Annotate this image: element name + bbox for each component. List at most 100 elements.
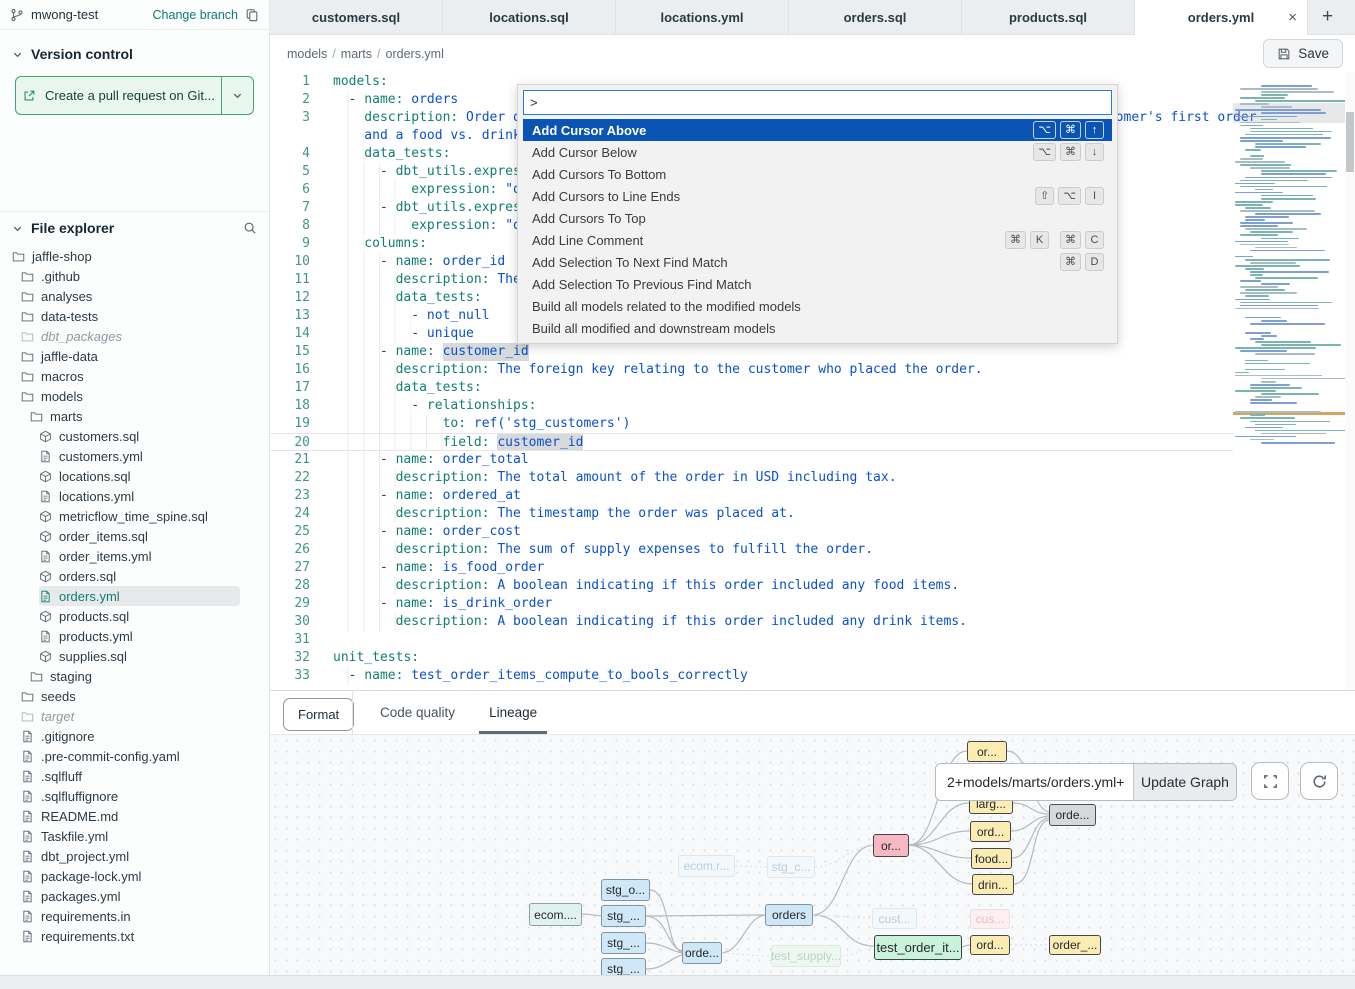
lineage-node-ord...[interactable]: ord... bbox=[970, 821, 1011, 842]
tree-item-.pre-commit-config.yaml[interactable]: .pre-commit-config.yaml bbox=[0, 746, 269, 766]
lineage-node-cust...[interactable]: cust... bbox=[872, 908, 917, 929]
tab-locations.sql[interactable]: locations.sql bbox=[443, 0, 616, 34]
tree-item-Taskfile.yml[interactable]: Taskfile.yml bbox=[0, 826, 269, 846]
tree-item-staging[interactable]: staging bbox=[0, 666, 269, 686]
tree-item-.gitignore[interactable]: .gitignore bbox=[0, 726, 269, 746]
tree-item-supplies.sql[interactable]: supplies.sql bbox=[0, 646, 269, 666]
tree-item-order_items.yml[interactable]: order_items.yml bbox=[0, 546, 269, 566]
tree-item-orders.sql[interactable]: orders.sql bbox=[0, 566, 269, 586]
copy-icon[interactable] bbox=[245, 8, 259, 22]
tree-item-target[interactable]: target bbox=[0, 706, 269, 726]
tab-products.sql[interactable]: products.sql bbox=[962, 0, 1135, 34]
panel-tab-Code quality[interactable]: Code quality bbox=[370, 691, 465, 734]
palette-item-Add Cursors to Line Ends[interactable]: Add Cursors to Line Ends⇧⌥I bbox=[523, 185, 1112, 207]
lineage-node-cus...[interactable]: cus... bbox=[970, 909, 1010, 929]
search-icon[interactable] bbox=[243, 221, 257, 235]
fullscreen-button[interactable] bbox=[1251, 762, 1289, 800]
version-control-header[interactable]: Version control bbox=[0, 30, 269, 68]
tree-item-requirements.in[interactable]: requirements.in bbox=[0, 906, 269, 926]
lineage-node-ecom....[interactable]: ecom.... bbox=[529, 903, 582, 926]
tab-orders.yml[interactable]: orders.yml× bbox=[1135, 0, 1308, 35]
panel-tab-Lineage[interactable]: Lineage bbox=[479, 691, 547, 734]
lineage-node-test_supply...[interactable]: test_supply... bbox=[771, 945, 841, 967]
line-number: 12 bbox=[270, 289, 310, 307]
tree-item-locations.yml[interactable]: locations.yml bbox=[0, 486, 269, 506]
chevron-down-icon[interactable] bbox=[12, 49, 23, 60]
lineage-node-orders[interactable]: orders bbox=[765, 904, 813, 926]
lineage-node-food...[interactable]: food... bbox=[971, 848, 1012, 869]
refresh-button[interactable] bbox=[1300, 762, 1338, 800]
lineage-node-stg_...[interactable]: stg_... bbox=[601, 932, 646, 954]
format-button[interactable]: Format bbox=[283, 698, 354, 731]
lineage-node-stg_o...[interactable]: stg_o... bbox=[601, 879, 650, 901]
lineage-node-ecom.r...[interactable]: ecom.r... bbox=[678, 855, 735, 877]
tree-item-locations.sql[interactable]: locations.sql bbox=[0, 466, 269, 486]
lineage-node-drin...[interactable]: drin... bbox=[972, 874, 1014, 895]
command-palette-input[interactable] bbox=[523, 90, 1112, 115]
tree-item-.sqlfluff[interactable]: .sqlfluff bbox=[0, 766, 269, 786]
tree-item-products.yml[interactable]: products.yml bbox=[0, 626, 269, 646]
tree-item-README.md[interactable]: README.md bbox=[0, 806, 269, 826]
tree-item-data-tests[interactable]: data-tests bbox=[0, 306, 269, 326]
tree-item-marts[interactable]: marts bbox=[0, 406, 269, 426]
save-button[interactable]: Save bbox=[1263, 39, 1343, 68]
lineage-node-or...[interactable]: or... bbox=[873, 834, 909, 857]
tree-item-.sqlfluffignore[interactable]: .sqlfluffignore bbox=[0, 786, 269, 806]
tree-item-dbt_packages[interactable]: dbt_packages bbox=[0, 326, 269, 346]
lineage-node-orde...[interactable]: orde... bbox=[1049, 804, 1096, 826]
editor-scrollbar[interactable] bbox=[1345, 72, 1355, 690]
update-graph-button[interactable]: Update Graph bbox=[1133, 764, 1236, 800]
lineage-canvas[interactable]: or... ecom.... ecom.r... stg_c... stg_o...st… bbox=[270, 735, 1355, 975]
palette-item-Add Cursor Below[interactable]: Add Cursor Below⌥⌘↓ bbox=[523, 141, 1112, 163]
file-explorer-header[interactable]: File explorer bbox=[0, 212, 269, 242]
palette-item-Build all modified and downstream models[interactable]: Build all modified and downstream models bbox=[523, 317, 1112, 339]
change-branch-link[interactable]: Change branch bbox=[153, 8, 238, 22]
tree-item-package-lock.yml[interactable]: package-lock.yml bbox=[0, 866, 269, 886]
tree-item-jaffle-data[interactable]: jaffle-data bbox=[0, 346, 269, 366]
file-icon bbox=[21, 870, 34, 883]
tree-item-requirements.txt[interactable]: requirements.txt bbox=[0, 926, 269, 946]
tree-item-order_items.sql[interactable]: order_items.sql bbox=[0, 526, 269, 546]
tree-item-orders.yml[interactable]: orders.yml bbox=[0, 586, 269, 606]
lineage-node-stg_c...[interactable]: stg_c... bbox=[767, 856, 815, 878]
lineage-node-orde...[interactable]: orde... bbox=[682, 942, 722, 964]
tree-item-analyses[interactable]: analyses bbox=[0, 286, 269, 306]
tree-item-customers.yml[interactable]: customers.yml bbox=[0, 446, 269, 466]
lineage-node-stg_...[interactable]: stg_... bbox=[601, 958, 646, 975]
lineage-node-test_order_it...[interactable]: test_order_it... bbox=[874, 935, 962, 960]
new-tab-button[interactable]: + bbox=[1322, 6, 1333, 28]
lineage-node-stg_...[interactable]: stg_... bbox=[601, 905, 646, 927]
tree-item-packages.yml[interactable]: packages.yml bbox=[0, 886, 269, 906]
lineage-node-order_...[interactable]: order_... bbox=[1049, 935, 1101, 955]
minimap-line bbox=[1250, 399, 1272, 401]
tab-customers.sql[interactable]: customers.sql bbox=[270, 0, 443, 34]
tab-orders.sql[interactable]: orders.sql bbox=[789, 0, 962, 34]
palette-item-Add Selection To Previous Find Match[interactable]: Add Selection To Previous Find Match bbox=[523, 273, 1112, 295]
palette-item-Add Cursors To Top[interactable]: Add Cursors To Top bbox=[523, 207, 1112, 229]
tab-locations.yml[interactable]: locations.yml bbox=[616, 0, 789, 34]
palette-item-Add Selection To Next Find Match[interactable]: Add Selection To Next Find Match⌘D bbox=[523, 251, 1112, 273]
palette-item-Add Cursors To Bottom[interactable]: Add Cursors To Bottom bbox=[523, 163, 1112, 185]
horizontal-scrollbar[interactable] bbox=[0, 975, 1355, 989]
create-pr-button[interactable]: Create a pull request on Git... bbox=[15, 76, 254, 115]
palette-item-Add Line Comment[interactable]: Add Line Comment⌘K⌘C bbox=[523, 229, 1112, 251]
close-icon[interactable]: × bbox=[1288, 9, 1297, 26]
tree-item-.github[interactable]: .github bbox=[0, 266, 269, 286]
tree-item-jaffle-shop[interactable]: jaffle-shop bbox=[0, 246, 269, 266]
tree-item-models[interactable]: models bbox=[0, 386, 269, 406]
lineage-filter-input[interactable] bbox=[936, 764, 1133, 800]
tree-item-macros[interactable]: macros bbox=[0, 366, 269, 386]
tree-item-dbt_project.yml[interactable]: dbt_project.yml bbox=[0, 846, 269, 866]
tree-item-products.sql[interactable]: products.sql bbox=[0, 606, 269, 626]
palette-item-Add Cursor Above[interactable]: Add Cursor Above⌥⌘↑ bbox=[523, 119, 1112, 141]
pr-dropdown-toggle[interactable] bbox=[221, 77, 253, 114]
tree-item-metricflow_time_spine.sql[interactable]: metricflow_time_spine.sql bbox=[0, 506, 269, 526]
tree-item-customers.sql[interactable]: customers.sql bbox=[0, 426, 269, 446]
chevron-down-icon[interactable] bbox=[12, 223, 23, 234]
tree-item-seeds[interactable]: seeds bbox=[0, 686, 269, 706]
sidebar: mwong-test Change branch Version control… bbox=[0, 0, 270, 989]
minimap[interactable] bbox=[1233, 85, 1345, 680]
palette-item-Build all models related to the modified models[interactable]: Build all models related to the modified… bbox=[523, 295, 1112, 317]
lineage-node-or...[interactable]: or... bbox=[967, 741, 1007, 762]
lineage-node-ord...[interactable]: ord... bbox=[970, 935, 1010, 955]
